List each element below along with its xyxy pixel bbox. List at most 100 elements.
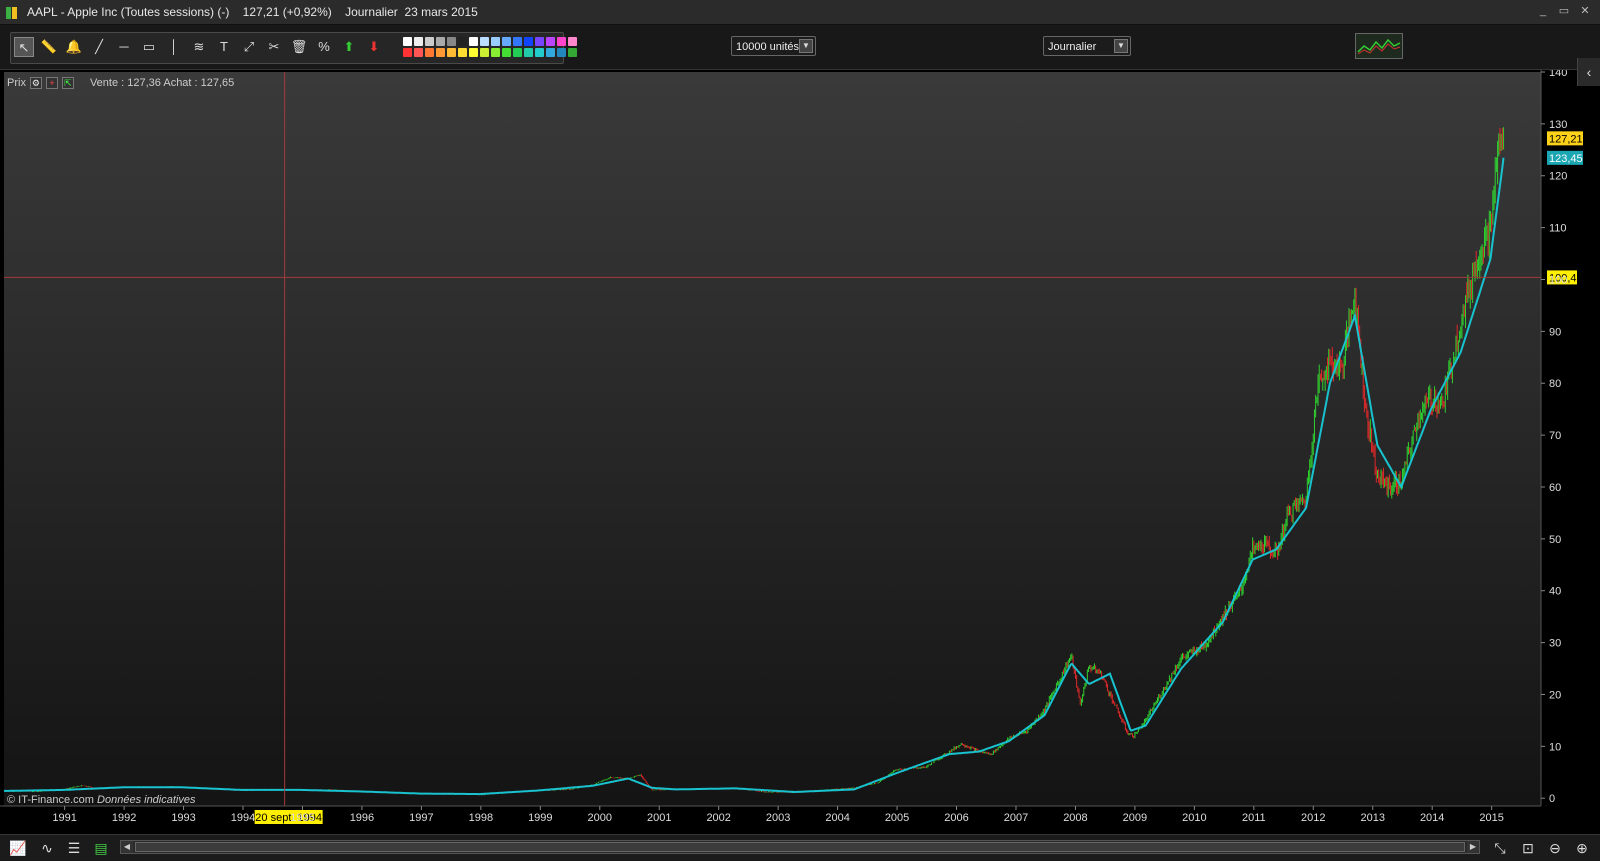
close-button[interactable]: ✕: [1578, 4, 1592, 18]
credit-note: Données indicatives: [97, 794, 196, 806]
add-indicator-icon[interactable]: +: [45, 77, 58, 89]
list-icon[interactable]: ☰: [64, 838, 84, 858]
drawing-tools-group: ↖ 📏 🔔 ╱ ─ ▭ │ ≋ T ⤢ ✂ 🗑% ⬆ ⬇: [10, 32, 577, 64]
color-swatch[interactable]: [469, 48, 478, 57]
minimize-button[interactable]: _: [1536, 4, 1550, 18]
time-tick-label: 2009: [1123, 812, 1147, 824]
color-swatch[interactable]: [568, 48, 577, 57]
arrow-tool[interactable]: ⤢: [239, 37, 259, 57]
color-swatch[interactable]: [447, 37, 456, 46]
color-swatch[interactable]: [491, 48, 500, 57]
color-swatch[interactable]: [480, 48, 489, 57]
color-swatch[interactable]: [425, 48, 434, 57]
indicator-icon[interactable]: ∿: [37, 838, 57, 858]
drawing-toolbar: ↖ 📏 🔔 ╱ ─ ▭ │ ≋ T ⤢ ✂ 🗑% ⬆ ⬇ 10000 unités ▼ Journalie…: [0, 25, 1600, 86]
scroll-left-icon[interactable]: ◀: [121, 841, 133, 853]
scroll-thumb[interactable]: [135, 842, 1465, 852]
price-tick-label: 110: [1549, 223, 1567, 235]
price-tags: 127,21 123,45: [1547, 131, 1583, 165]
period-dropdown[interactable]: Journalier ▼: [1043, 36, 1131, 56]
color-swatch[interactable]: [524, 37, 533, 46]
color-swatch[interactable]: [546, 37, 555, 46]
color-swatch[interactable]: [513, 37, 522, 46]
time-tick-label: 2013: [1360, 812, 1384, 824]
color-swatch[interactable]: [502, 48, 511, 57]
compare-icon[interactable]: ▤: [91, 838, 111, 858]
color-swatch[interactable]: [403, 37, 412, 46]
color-swatch[interactable]: [480, 37, 489, 46]
bottom-toolbar: 📈 ∿ ☰ ▤ ◀ ▶ ⤡ ⊡ ⊖ ⊕: [0, 834, 1600, 861]
color-swatch[interactable]: [403, 48, 412, 57]
rectangle-tool[interactable]: ▭: [139, 37, 159, 57]
app-icon: [6, 6, 19, 19]
time-tick-label: 2004: [825, 812, 849, 824]
fibonacci-tool[interactable]: ≋: [189, 37, 209, 57]
zoom-out-icon[interactable]: ⊖: [1545, 838, 1565, 858]
panel-label: Prix: [7, 77, 26, 89]
color-swatch[interactable]: [458, 37, 467, 46]
price-tick-label: 0: [1549, 793, 1555, 805]
color-swatch[interactable]: [425, 37, 434, 46]
credit-source: © IT-Finance.com: [7, 794, 94, 806]
time-tick-label: 2014: [1420, 812, 1444, 824]
text-tool[interactable]: T: [214, 37, 234, 57]
color-swatch[interactable]: [557, 48, 566, 57]
color-swatch[interactable]: [491, 37, 500, 46]
price-tick-label: 20: [1549, 689, 1561, 701]
color-swatch[interactable]: [535, 48, 544, 57]
color-swatch[interactable]: [436, 37, 445, 46]
chevron-down-icon: ▼: [1114, 39, 1128, 53]
time-tick-label: 1993: [171, 812, 195, 824]
color-swatch[interactable]: [436, 48, 445, 57]
wrench-icon[interactable]: ⚙: [29, 77, 42, 89]
color-swatch[interactable]: [447, 48, 456, 57]
chevron-down-icon: ▼: [799, 39, 813, 53]
units-dropdown[interactable]: 10000 unités ▼: [731, 36, 816, 56]
price-tick-label: 10: [1549, 741, 1561, 753]
chart-svg[interactable]: 20 sept. 1994100,4 010203040506070809010…: [0, 67, 1600, 848]
expand-panel-icon[interactable]: ⇱: [61, 77, 74, 89]
horizontal-line-tool[interactable]: ─: [114, 37, 134, 57]
color-swatch[interactable]: [502, 37, 511, 46]
color-swatch[interactable]: [414, 48, 423, 57]
alarm-tool[interactable]: 🔔: [64, 37, 84, 57]
color-swatch[interactable]: [469, 37, 478, 46]
time-scrollbar[interactable]: ◀ ▶: [120, 840, 1480, 854]
price-tick-label: 130: [1549, 119, 1567, 131]
instrument-label: Apple Inc (Toutes sessions) (-): [67, 5, 230, 19]
time-tick-label: 1998: [469, 812, 493, 824]
down-arrow-tool[interactable]: ⬇: [364, 37, 384, 57]
line-tool[interactable]: ╱: [89, 37, 109, 57]
chart-type-icon[interactable]: 📈: [8, 838, 28, 858]
ruler-tool[interactable]: 📏: [39, 37, 59, 57]
restore-button[interactable]: ▭: [1557, 4, 1571, 18]
delete-tool[interactable]: 🗑: [289, 37, 309, 57]
scroll-right-icon[interactable]: ▶: [1467, 841, 1479, 853]
time-tick-label: 2005: [885, 812, 909, 824]
price-tick-label: 50: [1549, 534, 1561, 546]
color-swatch[interactable]: [458, 48, 467, 57]
plot-background: [4, 72, 1541, 806]
settings-tool[interactable]: ✂: [264, 37, 284, 57]
color-swatch[interactable]: [546, 48, 555, 57]
color-swatch[interactable]: [524, 48, 533, 57]
color-swatch[interactable]: [414, 37, 423, 46]
time-tick-label: 2003: [766, 812, 790, 824]
mini-chart-icon: [1357, 38, 1401, 55]
color-swatch[interactable]: [535, 37, 544, 46]
color-swatch[interactable]: [568, 37, 577, 46]
up-arrow-tool[interactable]: ⬆: [339, 37, 359, 57]
zoom-reset-icon[interactable]: ⊡: [1518, 838, 1538, 858]
cursor-tool[interactable]: ↖: [14, 37, 34, 57]
window-title: AAPL - Apple Inc (Toutes sessions) (-) 1…: [27, 5, 478, 19]
chart-style-button[interactable]: [1355, 33, 1403, 59]
color-swatch[interactable]: [513, 48, 522, 57]
zoom-in-icon[interactable]: ⊕: [1572, 838, 1592, 858]
time-tick-label: 2007: [1004, 812, 1028, 824]
color-swatch[interactable]: [557, 37, 566, 46]
vertical-line-tool[interactable]: │: [164, 37, 184, 57]
zoom-fit-icon[interactable]: ⤡: [1490, 838, 1510, 858]
panel-header: Prix ⚙ + ⇱ Vente : 127,36 Achat : 127,65: [7, 77, 234, 89]
percent-tool[interactable]: %: [314, 37, 334, 57]
price-chart[interactable]: 20 sept. 1994 100,4 0 10 20 30 40 50 60 70 80 90 10…: [0, 67, 1600, 848]
